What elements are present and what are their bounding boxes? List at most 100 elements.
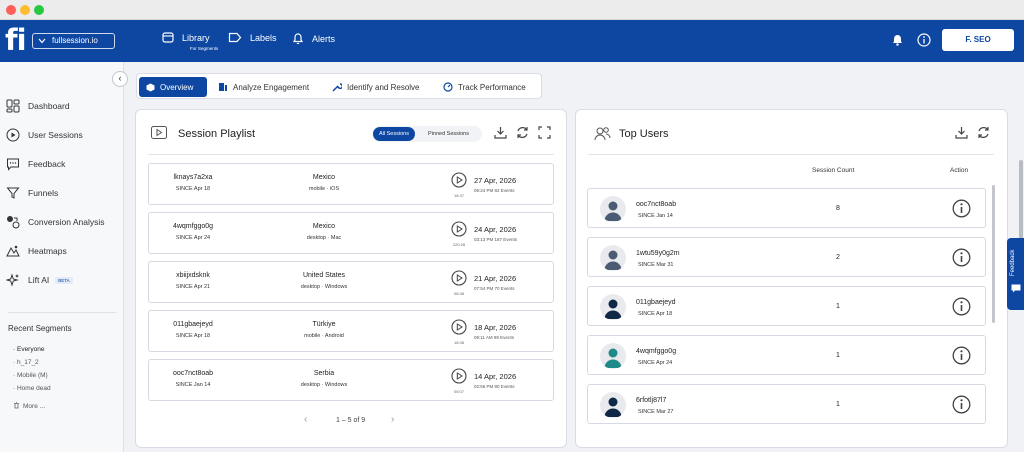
tab-label: Track Performance xyxy=(458,82,526,92)
info-action-icon[interactable] xyxy=(952,297,971,316)
top-navigation: fi fullsession.io Library For Segments L… xyxy=(0,20,1024,62)
session-user-since: SINCE Apr 24 xyxy=(175,235,211,241)
next-page-button[interactable]: › xyxy=(391,414,394,425)
feedback-side-tab[interactable]: Feedback xyxy=(1007,238,1024,310)
sidebar-item-heatmaps[interactable]: Heatmaps xyxy=(6,242,67,260)
tab-overview[interactable]: Overview xyxy=(139,77,207,97)
session-meta: 09:24 PM 82 Events xyxy=(474,188,515,193)
nav-alerts[interactable]: Alerts xyxy=(292,32,335,45)
user-menu-button[interactable]: F. SEO xyxy=(942,29,1014,51)
refresh-icon[interactable] xyxy=(977,126,990,139)
pinned-sessions-toggle[interactable]: Pinned Sessions xyxy=(422,127,475,141)
top-user-since: SINCE Apr 18 xyxy=(638,311,673,317)
play-session-icon[interactable] xyxy=(451,319,467,335)
maximize-window-dot[interactable] xyxy=(34,5,44,15)
wrench-icon xyxy=(332,83,342,92)
dashboard-icon xyxy=(6,99,20,113)
sidebar-item-conversion-analysis[interactable]: Conversion Analysis xyxy=(6,213,105,231)
avatar xyxy=(600,196,626,222)
nav-labels[interactable]: Labels xyxy=(228,32,277,43)
avatar xyxy=(600,392,626,418)
session-row[interactable]: 011gbaejeyd SINCE Apr 18 Türkiye mobile · A… xyxy=(148,310,554,352)
info-action-icon[interactable] xyxy=(952,346,971,365)
info-icon[interactable] xyxy=(917,33,931,47)
recent-segments-title: Recent Segments xyxy=(8,324,72,333)
segment-item[interactable]: · Everyone xyxy=(13,346,44,353)
chevron-down-icon xyxy=(38,38,46,44)
trash-icon xyxy=(14,402,19,409)
video-play-icon xyxy=(151,126,167,139)
session-device: desktop · Mac xyxy=(306,235,342,241)
collapse-sidebar-button[interactable]: ‹ xyxy=(112,71,128,87)
nav-labels-label: Labels xyxy=(250,32,277,43)
session-user-id: 4wqmfggo0g xyxy=(172,223,214,230)
sidebar-item-label: Funnels xyxy=(28,188,59,198)
info-action-icon[interactable] xyxy=(952,248,971,267)
top-users-scrollbar[interactable] xyxy=(992,185,995,323)
play-session-icon[interactable] xyxy=(451,270,467,286)
avatar xyxy=(600,343,626,369)
fullscreen-icon[interactable] xyxy=(538,126,551,139)
play-session-icon[interactable] xyxy=(451,172,467,188)
page-scrollbar[interactable] xyxy=(1019,160,1023,250)
sidebar-item-funnels[interactable]: Funnels xyxy=(6,184,58,202)
segment-item[interactable]: · Home dead xyxy=(13,385,51,392)
conversion-icon xyxy=(7,216,20,229)
session-row[interactable]: ooc7nct8oab SINCE Jan 14 Serbia desktop · W… xyxy=(148,359,554,401)
session-user-since: SINCE Jan 14 xyxy=(175,382,211,388)
nav-library[interactable]: Library For Segments xyxy=(162,32,218,51)
segment-item[interactable]: · h_17_2 xyxy=(13,359,39,366)
session-country: Serbia xyxy=(313,370,335,377)
sidebar-item-dashboard[interactable]: Dashboard xyxy=(6,97,70,115)
download-icon[interactable] xyxy=(955,126,968,139)
download-icon[interactable] xyxy=(494,126,507,139)
top-user-row[interactable]: 011gbaejeyd SINCE Apr 18 1 xyxy=(587,286,986,326)
info-action-icon[interactable] xyxy=(952,199,971,218)
tab-identify-and-resolve[interactable]: Identify and Resolve xyxy=(325,77,427,97)
refresh-icon[interactable] xyxy=(516,126,529,139)
play-session-icon[interactable] xyxy=(451,368,467,384)
site-selector[interactable]: fullsession.io xyxy=(32,33,115,49)
more-label: More ... xyxy=(23,403,46,410)
play-session-icon[interactable] xyxy=(451,221,467,237)
sidebar-item-feedback[interactable]: Feedback xyxy=(6,155,65,173)
sidebar-item-user-sessions[interactable]: User Sessions xyxy=(6,126,83,144)
top-user-row[interactable]: ooc7nct8oab SINCE Jan 14 8 xyxy=(587,188,986,228)
session-duration: 05:07 xyxy=(453,389,464,394)
top-user-since: SINCE Mar 27 xyxy=(638,409,674,415)
site-name: fullsession.io xyxy=(52,36,98,45)
segment-item[interactable]: · Mobile (M) xyxy=(13,372,48,379)
close-window-dot[interactable] xyxy=(6,5,16,15)
sidebar-item-label: User Sessions xyxy=(28,130,83,140)
info-action-icon[interactable] xyxy=(952,395,971,414)
notifications-bell-icon[interactable] xyxy=(891,33,904,46)
top-user-since: SINCE Mar 31 xyxy=(638,262,674,268)
session-date: 24 Apr, 2026 xyxy=(474,225,517,234)
top-user-id: 1wtu59y0g2m xyxy=(636,250,680,257)
session-date: 14 Apr, 2026 xyxy=(474,372,517,381)
session-row[interactable]: xbiijxdsknk SINCE Apr 21 United States desk… xyxy=(148,261,554,303)
session-row[interactable]: lknays7a2xa SINCE Apr 18 Mexico mobile · iO… xyxy=(148,163,554,205)
more-segments-link[interactable]: More ... xyxy=(13,402,45,410)
heatmap-icon xyxy=(6,245,20,257)
panel-divider xyxy=(148,154,554,155)
app-window: fi fullsession.io Library For Segments L… xyxy=(0,0,1024,452)
browser-titlebar xyxy=(0,0,1024,20)
library-icon xyxy=(162,32,174,43)
session-user-since: SINCE Apr 18 xyxy=(175,186,211,192)
minimize-window-dot[interactable] xyxy=(20,5,30,15)
sidebar-item-label: Lift AI xyxy=(28,275,50,285)
top-user-row[interactable]: 1wtu59y0g2m SINCE Mar 31 2 xyxy=(587,237,986,277)
previous-page-button[interactable]: ‹ xyxy=(304,414,307,425)
tab-analyze-engagement[interactable]: Analyze Engagement xyxy=(211,77,316,97)
sidebar-item-label: Feedback xyxy=(28,159,66,169)
app-logo[interactable]: fi xyxy=(5,23,27,57)
session-row[interactable]: 4wqmfggo0g SINCE Apr 24 Mexico desktop · Ma… xyxy=(148,212,554,254)
session-meta: 03:13 PM 187 Events xyxy=(474,237,518,242)
all-sessions-toggle[interactable]: All Sessions xyxy=(373,127,415,141)
sidebar-item-lift-ai[interactable]: Lift AI BETA xyxy=(6,271,73,289)
top-user-row[interactable]: 6rfotlj87l7 SINCE Mar 27 1 xyxy=(587,384,986,424)
session-country: Mexico xyxy=(312,223,336,230)
top-user-row[interactable]: 4wqmfggo0g SINCE Apr 24 1 xyxy=(587,335,986,375)
tab-track-performance[interactable]: Track Performance xyxy=(436,77,533,97)
